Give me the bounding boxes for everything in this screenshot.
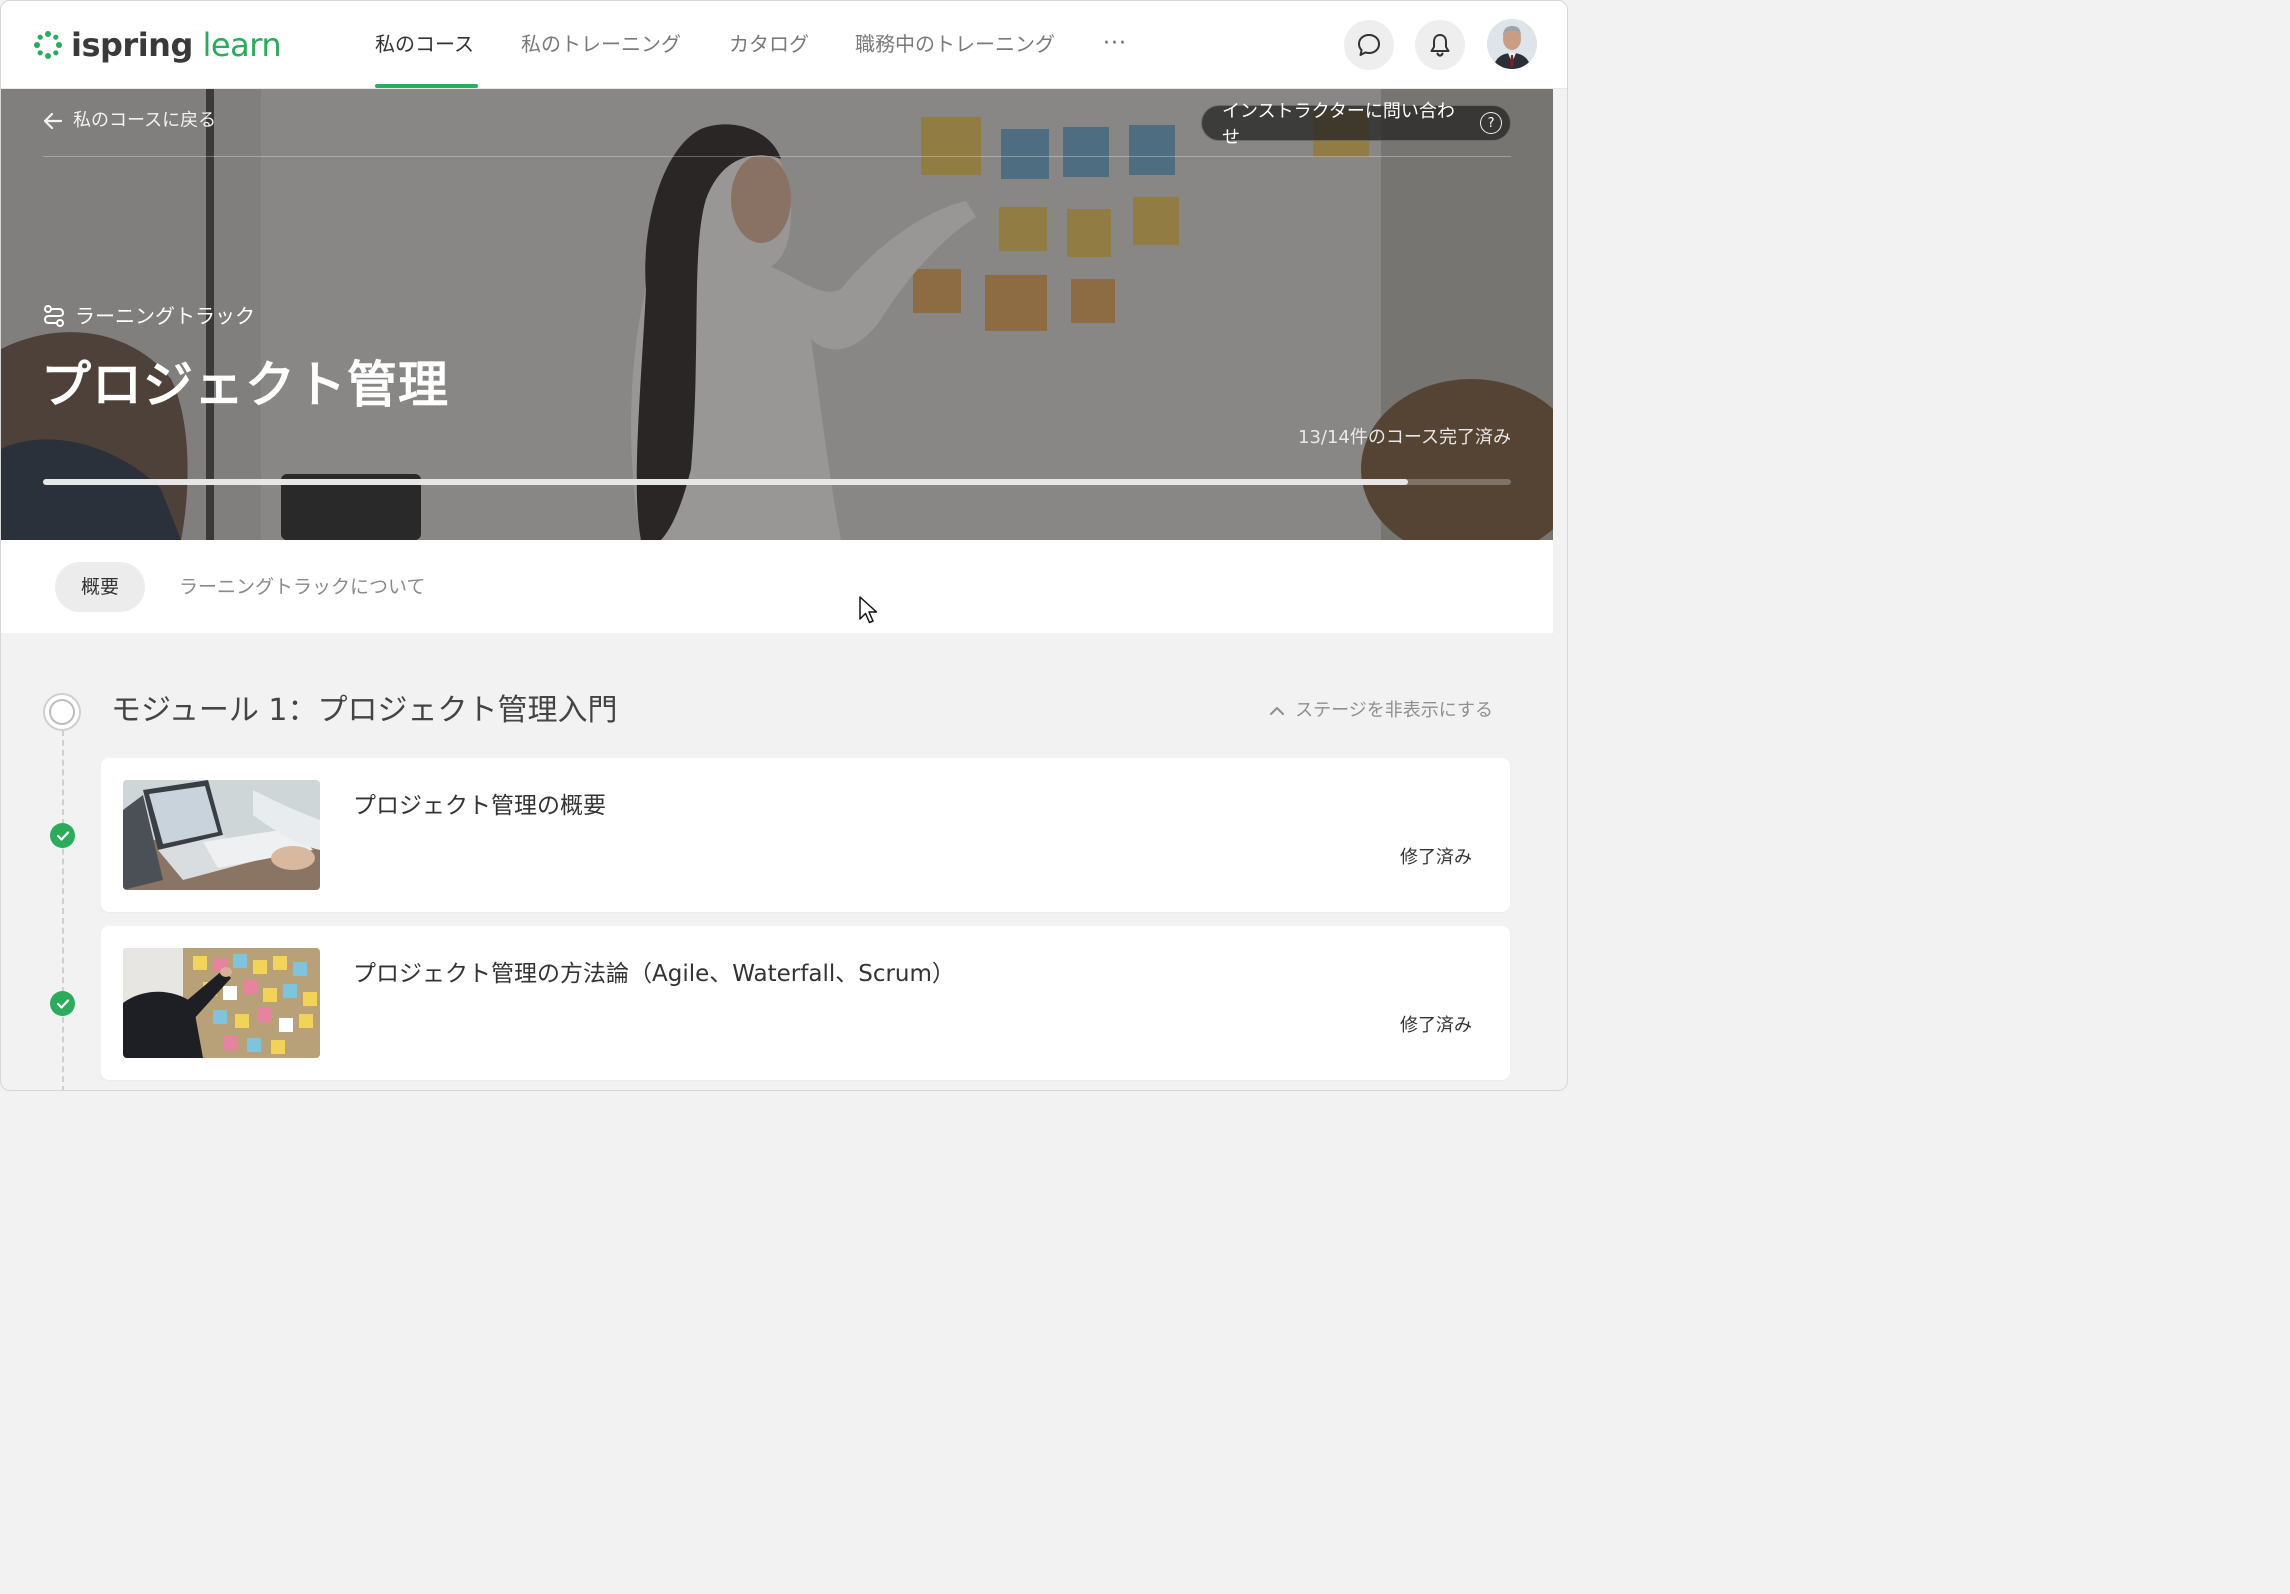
course-card[interactable]: プロジェクト管理の概要 修了済み — [101, 758, 1510, 912]
course-title[interactable]: プロジェクト管理の概要 — [353, 790, 606, 822]
contact-instructor-label: インストラクターに問い合わせ — [1222, 101, 1455, 148]
nav-catalog[interactable]: カタログ — [729, 29, 809, 59]
course-status: 修了済み — [1400, 847, 1472, 868]
course-status: 修了済み — [1400, 1015, 1472, 1036]
course-track-title: プロジェクト管理 — [41, 356, 449, 414]
progress-summary: 13/14件のコース完了済み — [1298, 427, 1511, 448]
completed-check-icon — [50, 823, 75, 848]
module-title: モジュール 1：プロジェクト管理入門 — [111, 693, 618, 728]
logo-text-ispring: ispring — [71, 26, 193, 64]
chat-button[interactable] — [1344, 20, 1394, 70]
course-card[interactable]: プロジェクト管理の方法論（Agile、Waterfall、Scrum） 修了済み — [101, 926, 1510, 1080]
nav-more-button[interactable]: ··· — [1103, 29, 1127, 59]
content-tabs: 概要 ラーニングトラックについて — [1, 540, 1553, 633]
back-to-my-courses-link[interactable]: 私のコースに戻る — [43, 109, 216, 133]
top-navigation: ispring learn 私のコース 私のトレーニング カタログ 職務中のトレ… — [1, 1, 1567, 89]
progress-bar-fill — [43, 479, 1409, 485]
hero-divider — [43, 156, 1511, 157]
hero-banner: 私のコースに戻る インストラクターに問い合わせ ? ラーニングトラック プロジェ… — [1, 89, 1553, 540]
stage-timeline-line — [62, 730, 64, 1090]
contact-instructor-button[interactable]: インストラクターに問い合わせ ? — [1201, 101, 1511, 148]
completed-check-icon — [50, 991, 75, 1016]
logo-text: ispring learn — [71, 25, 282, 65]
user-portrait-icon — [1487, 19, 1537, 69]
notifications-button[interactable] — [1415, 20, 1465, 70]
chevron-up-icon — [1270, 707, 1285, 715]
nav-my-training[interactable]: 私のトレーニング — [521, 29, 681, 59]
ispring-learn-logo[interactable]: ispring learn — [33, 25, 282, 65]
learning-track-icon — [43, 305, 65, 327]
chat-bubble-icon — [1358, 34, 1380, 56]
back-link-label: 私のコースに戻る — [73, 110, 217, 131]
active-tab-indicator — [375, 84, 478, 88]
tab-overview[interactable]: 概要 — [55, 562, 146, 612]
course-title[interactable]: プロジェクト管理の方法論（Agile、Waterfall、Scrum） — [353, 958, 955, 990]
logo-mark-icon — [34, 31, 62, 59]
arrow-left-icon — [43, 112, 63, 130]
nav-on-the-job-training[interactable]: 職務中のトレーニング — [855, 29, 1055, 59]
logo-text-learn: learn — [202, 26, 282, 64]
mouse-cursor-icon — [859, 596, 878, 624]
help-icon: ? — [1480, 112, 1502, 134]
progress-bar — [43, 479, 1511, 485]
hide-stage-label: ステージを非表示にする — [1295, 700, 1493, 721]
nav-my-courses[interactable]: 私のコース — [375, 29, 474, 59]
module-status-ring — [43, 693, 81, 731]
tab-about-learning-track[interactable]: ラーニングトラックについて — [179, 562, 425, 612]
user-avatar[interactable] — [1487, 19, 1537, 69]
app-window: ispring learn 私のコース 私のトレーニング カタログ 職務中のトレ… — [0, 0, 1568, 1091]
course-thumbnail — [123, 948, 320, 1058]
hide-stage-toggle[interactable]: ステージを非表示にする — [1269, 699, 1493, 723]
course-thumbnail — [123, 780, 320, 890]
learning-track-type: ラーニングトラック — [43, 303, 255, 329]
bell-icon — [1430, 34, 1450, 57]
learning-track-label: ラーニングトラック — [75, 304, 255, 328]
